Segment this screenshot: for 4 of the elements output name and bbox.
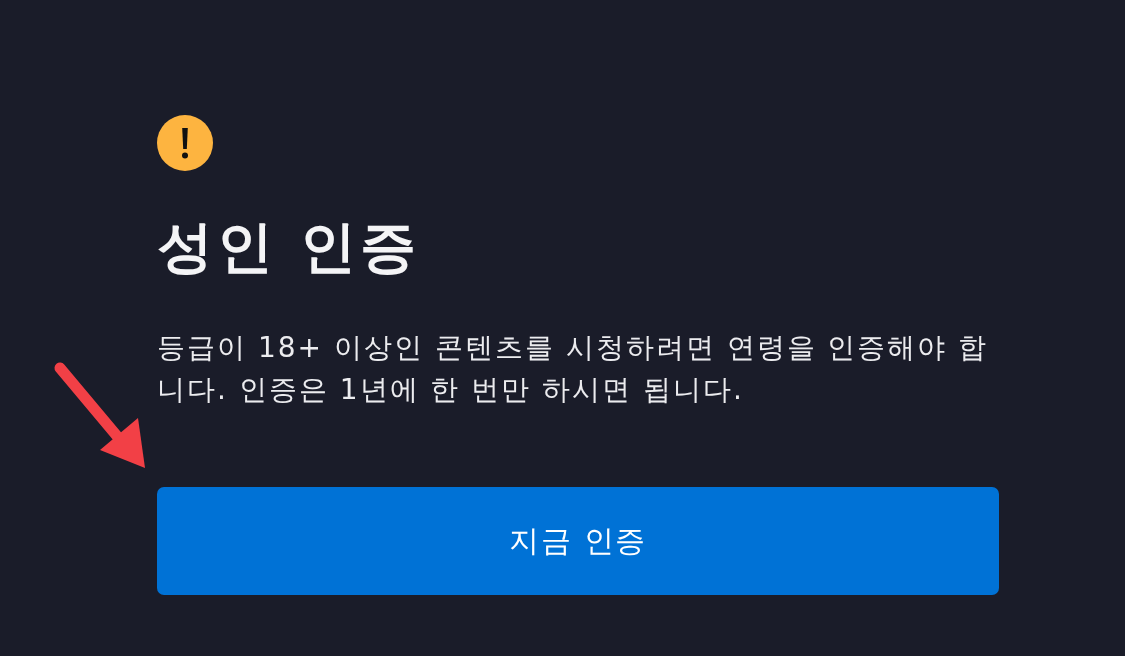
dialog-title: 성인 인증 bbox=[157, 214, 421, 279]
verify-now-button[interactable]: 지금 인증 bbox=[157, 487, 999, 595]
warning-icon bbox=[157, 115, 213, 171]
dialog-message: 등급이 18+ 이상인 콘텐츠를 시청하려면 연령을 인증해야 합니다. 인증은 1년에 한 번만 하시면 됩니다. bbox=[157, 330, 990, 408]
